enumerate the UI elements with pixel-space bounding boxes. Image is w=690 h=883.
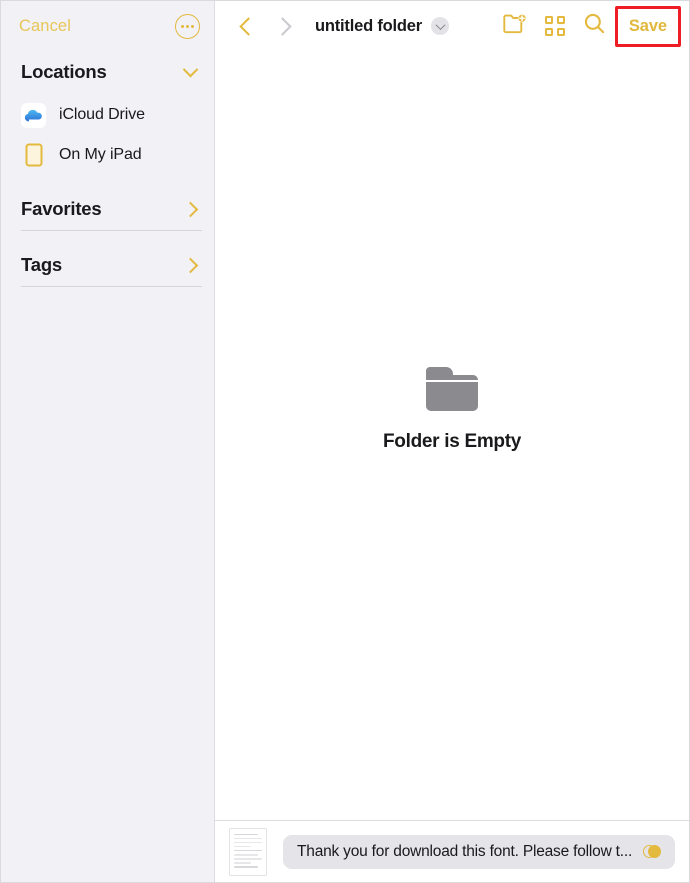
chevron-right-icon[interactable] — [182, 257, 199, 273]
sidebar-item-on-my-ipad[interactable]: On My iPad — [1, 135, 214, 175]
ipad-icon — [21, 143, 46, 168]
back-button[interactable] — [231, 9, 265, 43]
sidebar-locations-list: iCloud Drive On My iPad — [1, 93, 214, 175]
sidebar-section-tags[interactable]: Tags — [1, 244, 214, 286]
icloud-icon — [21, 102, 46, 128]
folder-icon — [426, 366, 478, 411]
sidebar-item-label: iCloud Drive — [59, 106, 145, 123]
sidebar: Cancel Locations iCloud Drive On My iPad… — [1, 1, 215, 882]
chevron-down-circle-icon[interactable] — [431, 17, 449, 35]
forward-button[interactable] — [265, 9, 299, 43]
chevron-right-icon — [272, 16, 292, 36]
sidebar-section-favorites[interactable]: Favorites — [1, 188, 214, 230]
view-grid-button[interactable] — [535, 8, 575, 44]
breadcrumb: untitled folder — [315, 17, 449, 36]
ellipsis-dots — [180, 24, 195, 28]
ellipsis-circle-icon[interactable] — [175, 13, 200, 39]
chevron-left-icon — [238, 16, 258, 36]
sidebar-item-icloud-drive[interactable]: iCloud Drive — [1, 95, 214, 135]
chevron-down-icon[interactable] — [182, 61, 199, 77]
content-pane: untitled folder Save Folder is Empty Tha… — [215, 1, 689, 882]
empty-state: Folder is Empty — [382, 366, 522, 453]
tags-icon[interactable] — [643, 842, 663, 862]
sidebar-top-bar: Cancel — [1, 1, 214, 51]
sidebar-section-locations[interactable]: Locations — [1, 51, 214, 93]
page-title: untitled folder — [315, 16, 422, 35]
grid-view-icon — [544, 16, 565, 36]
sidebar-item-label: On My iPad — [59, 146, 142, 163]
save-button[interactable]: Save — [614, 5, 681, 47]
filename-value: Thank you for download this font. Please… — [297, 842, 633, 860]
sidebar-section-label: Locations — [21, 61, 107, 82]
sidebar-section-label: Favorites — [21, 198, 102, 219]
toolbar: untitled folder Save — [215, 1, 689, 51]
sidebar-section-label: Tags — [21, 254, 63, 275]
new-folder-icon — [503, 13, 527, 39]
bottom-bar: Thank you for download this font. Please… — [215, 820, 689, 882]
save-button-label: Save — [628, 16, 667, 35]
file-list-area[interactable]: Folder is Empty — [215, 51, 689, 820]
empty-state-label: Folder is Empty — [382, 430, 522, 452]
document-thumbnail-icon[interactable] — [229, 827, 267, 876]
filename-input[interactable]: Thank you for download this font. Please… — [283, 834, 675, 869]
search-icon — [583, 12, 606, 40]
new-folder-button[interactable] — [495, 8, 535, 44]
chevron-right-icon[interactable] — [182, 201, 199, 217]
search-button[interactable] — [575, 8, 615, 44]
cancel-button[interactable]: Cancel — [19, 17, 71, 36]
file-picker-window: Cancel Locations iCloud Drive On My iPad… — [0, 0, 690, 883]
sidebar-empty-space — [1, 287, 214, 882]
